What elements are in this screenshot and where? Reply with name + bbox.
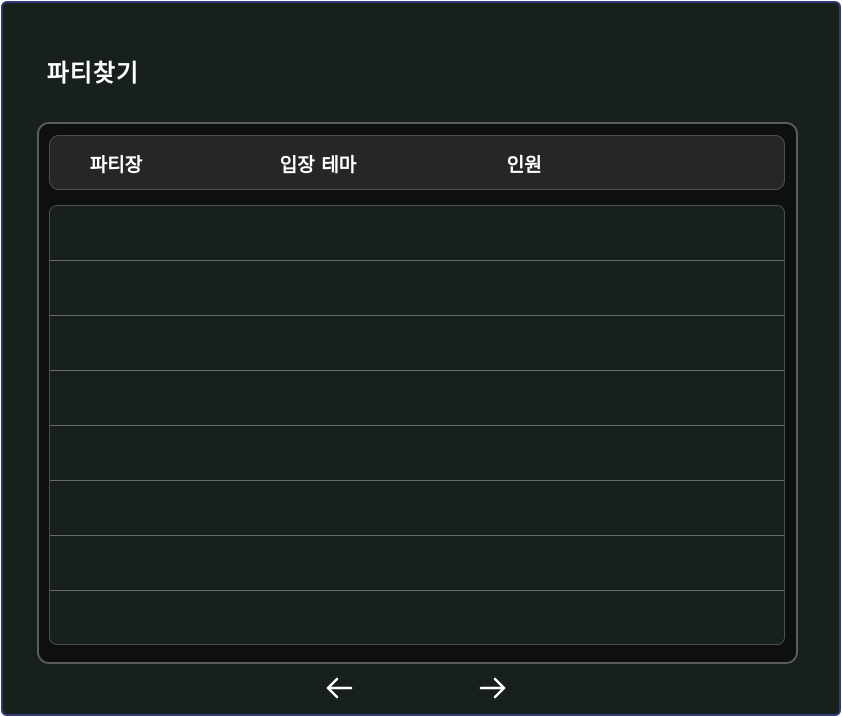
page-title: 파티찾기	[47, 59, 140, 87]
table-row[interactable]	[50, 316, 784, 371]
column-header-host: 파티장	[90, 154, 143, 176]
next-page-button[interactable]	[473, 671, 513, 705]
table-row[interactable]	[50, 481, 784, 536]
column-header-theme: 입장 테마	[280, 154, 357, 176]
table-row[interactable]	[50, 591, 784, 644]
arrow-left-icon	[326, 677, 353, 699]
party-list	[49, 205, 785, 645]
arrow-right-icon	[479, 677, 506, 699]
table-row[interactable]	[50, 206, 784, 261]
table-row[interactable]	[50, 536, 784, 591]
column-header-count: 인원	[507, 154, 542, 176]
prev-page-button[interactable]	[319, 671, 359, 705]
table-header: 파티장 입장 테마 인원	[49, 135, 785, 190]
table-row[interactable]	[50, 261, 784, 316]
party-list-panel: 파티장 입장 테마 인원	[37, 122, 798, 664]
table-row[interactable]	[50, 371, 784, 426]
table-row[interactable]	[50, 426, 784, 481]
party-finder-window: 파티찾기 파티장 입장 테마 인원	[1, 1, 841, 716]
